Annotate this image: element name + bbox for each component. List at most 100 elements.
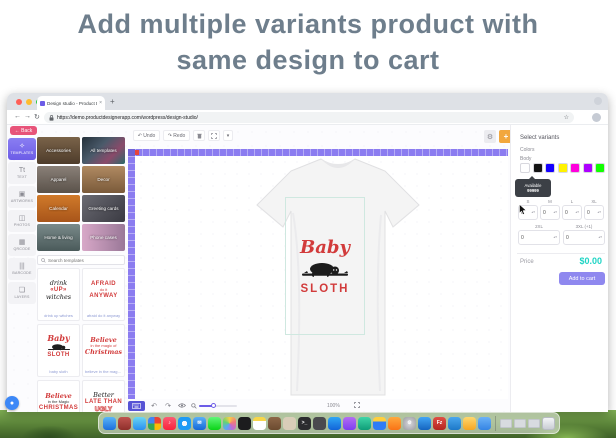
dock-voice[interactable] (268, 417, 281, 430)
redo-footer-icon[interactable]: ↷ (163, 402, 173, 410)
sidebar-item-barcode[interactable]: |||BARCODE (8, 258, 36, 280)
dock-flower[interactable] (463, 417, 476, 430)
toolbar-dropdown[interactable]: ▾ (223, 130, 233, 141)
browser-reload-icon[interactable]: ↻ (34, 113, 40, 121)
add-to-cart-button[interactable]: Add to cart (559, 272, 605, 285)
dock-vscode[interactable] (418, 417, 431, 430)
sidebar-item-text[interactable]: TtTEXT (8, 162, 36, 184)
dock-notes[interactable] (253, 417, 266, 430)
sidebar-item-artworks[interactable]: ▣ARTWORKS (8, 186, 36, 208)
template-card-believe-christmas[interactable]: Believein the MagicCHRISTMAS (37, 380, 80, 412)
undo-footer-icon[interactable]: ↶ (149, 402, 159, 410)
swatch-green[interactable] (595, 163, 605, 173)
sidebar-item-photos[interactable]: ◫PHOTOS (8, 210, 36, 232)
browser-back-icon[interactable]: ← (14, 113, 21, 120)
stepper-arrows-icon: ▴▾ (553, 211, 557, 215)
bookmark-star-icon[interactable]: ☆ (564, 114, 569, 121)
swatch-black[interactable] (533, 163, 543, 173)
keyboard-shortcuts-button[interactable] (128, 401, 145, 411)
profile-avatar[interactable] (592, 113, 601, 122)
chat-widget-button[interactable]: ● (5, 396, 19, 410)
zoom-control[interactable] (191, 403, 237, 409)
dock-maps[interactable] (133, 417, 146, 430)
swatch-blue[interactable] (545, 163, 555, 173)
dock-pages[interactable] (388, 417, 401, 430)
template-search[interactable] (37, 255, 125, 265)
dock-photos[interactable] (223, 417, 236, 430)
dock-books[interactable] (118, 417, 131, 430)
size-stepper[interactable]: L 0▴▾ (562, 199, 582, 220)
swatch-purple[interactable] (583, 163, 593, 173)
minimized-window[interactable] (528, 419, 540, 428)
swatch-yellow[interactable] (558, 163, 568, 173)
dock-filezilla[interactable]: Fz (433, 417, 446, 430)
dock-keynote[interactable] (373, 417, 386, 430)
undo-button[interactable]: ↶ Undo (133, 130, 160, 141)
price-value: $0.00 (579, 256, 602, 266)
sidebar-item-templates[interactable]: ✧TEMPLATES (8, 138, 36, 160)
template-category[interactable]: Decor (82, 166, 125, 193)
minimize-window-button[interactable] (26, 99, 32, 105)
dock-music[interactable]: ♪ (163, 417, 176, 430)
zoom-slider[interactable] (199, 405, 237, 407)
dock-safari[interactable] (178, 417, 191, 430)
template-category[interactable]: Home & living (37, 224, 80, 251)
size-stepper[interactable]: XL 0▴▾ (584, 199, 604, 220)
preview-eye-icon[interactable] (177, 403, 187, 410)
dock-system[interactable] (313, 417, 326, 430)
browser-tab[interactable]: Design studio - Product Des... × (37, 96, 105, 110)
minimized-window[interactable] (500, 419, 512, 428)
template-category[interactable]: Calendar (37, 195, 80, 222)
tab-title: Design studio - Product Des... (47, 101, 97, 106)
new-tab-button[interactable]: + (110, 97, 115, 106)
template-card-afraid-anyway[interactable]: AFRAIDdo itANYWAY afraid do it anyway (82, 268, 125, 321)
close-window-button[interactable] (16, 99, 22, 105)
dock-chrome[interactable] (148, 417, 161, 430)
template-category[interactable]: Accessories (37, 137, 80, 164)
sidebar-item-layers[interactable]: ❏LAYERS (8, 282, 36, 304)
fit-button[interactable] (208, 130, 220, 141)
redo-button[interactable]: ↷ Redo (163, 130, 190, 141)
zoom-slider-knob[interactable] (211, 403, 216, 408)
tab-overflow-button[interactable] (594, 97, 602, 105)
fullscreen-icon[interactable] (352, 402, 362, 410)
dock-appstore[interactable] (328, 417, 341, 430)
layers-icon: ❏ (19, 287, 25, 294)
address-bar[interactable]: https://demo.productdesignerapp.com/word… (44, 112, 574, 123)
dock-finder[interactable] (103, 417, 116, 430)
dock-messages[interactable] (208, 417, 221, 430)
dock-tv[interactable] (238, 417, 251, 430)
swatch-magenta[interactable] (570, 163, 580, 173)
dock-folder[interactable] (478, 417, 491, 430)
dock-docker[interactable] (448, 417, 461, 430)
template-card-better-late[interactable]: BetterLATE THANUGLY (82, 380, 125, 412)
size-stepper[interactable]: M 0▴▾ (540, 199, 560, 220)
dock-settings[interactable]: ⚙ (403, 417, 416, 430)
template-category[interactable]: Phone cases (82, 224, 125, 251)
dock-podcasts[interactable] (343, 417, 356, 430)
template-category[interactable]: All templates (82, 137, 125, 164)
tab-close-icon[interactable]: × (99, 100, 102, 106)
dock-mail[interactable]: ✉ (193, 417, 206, 430)
template-card-baby-sloth[interactable]: Baby SLOTH baby sloth (37, 324, 80, 377)
size-stepper[interactable]: 3XL (+1) 0▴▾ (563, 224, 605, 245)
back-button[interactable]: ← Back (10, 126, 37, 135)
template-card-drink-up-witches[interactable]: drink«UP»witches drink up witches (37, 268, 80, 321)
dock-terminal[interactable]: >_ (298, 417, 311, 430)
dock-numbers[interactable] (358, 417, 371, 430)
settings-button[interactable]: ⚙ (484, 130, 496, 143)
template-card-believe-magic[interactable]: Believein the magic ofChristmas believe … (82, 324, 125, 377)
browser-forward-icon[interactable]: → (24, 113, 31, 120)
minimized-window[interactable] (514, 419, 526, 428)
print-area[interactable]: Baby SLOTH (285, 197, 365, 335)
search-input[interactable] (48, 258, 118, 263)
size-stepper[interactable]: 2XL 0▴▾ (518, 224, 560, 245)
dock-trash-icon[interactable] (542, 417, 555, 430)
delete-button[interactable] (193, 130, 205, 141)
swatch-white[interactable] (520, 163, 530, 173)
price-label: Price (520, 259, 534, 265)
sidebar-item-qrcode[interactable]: ▦QRCODE (8, 234, 36, 256)
template-category[interactable]: Greeting cards (82, 195, 125, 222)
dock-news[interactable] (283, 417, 296, 430)
template-category[interactable]: Apparel (37, 166, 80, 193)
